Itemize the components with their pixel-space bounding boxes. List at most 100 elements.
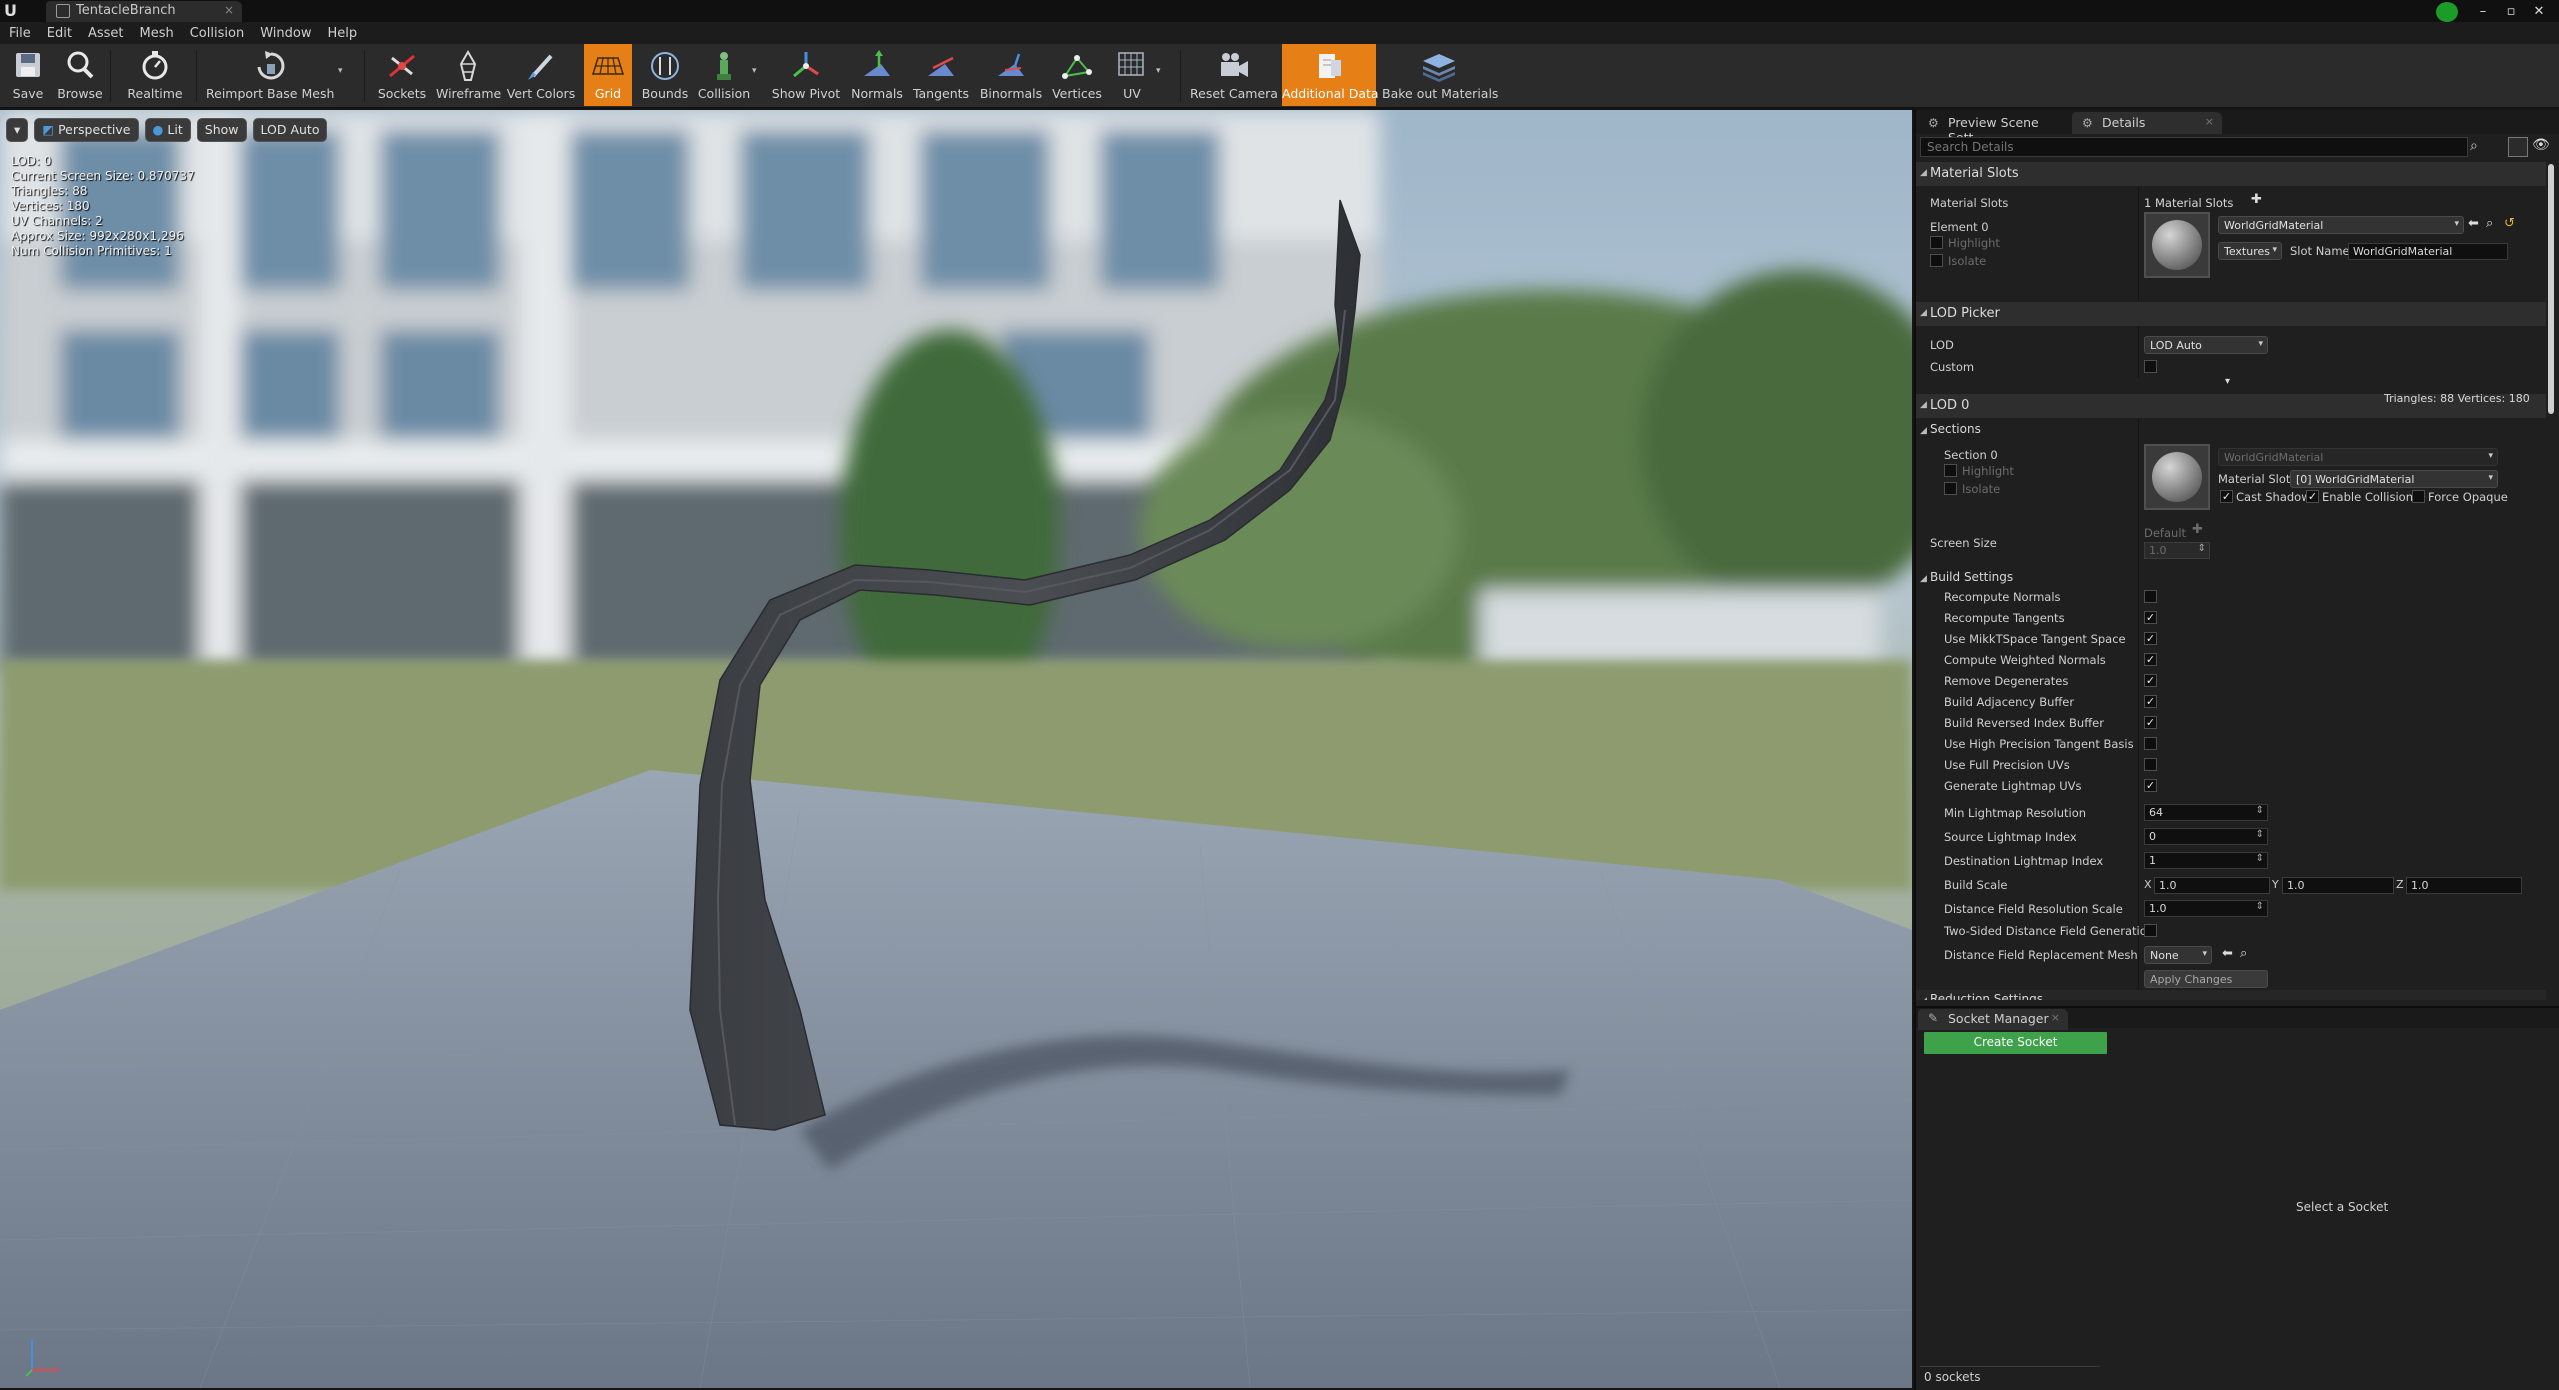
menu-window[interactable]: Window [260, 26, 321, 41]
close-tab-icon[interactable]: × [2205, 115, 2214, 128]
details-scrollbar[interactable] [2548, 164, 2554, 414]
lit-button[interactable]: ● Lit [144, 118, 191, 142]
material-dropdown[interactable]: WorldGridMaterial ▾ [2218, 216, 2464, 234]
tab-preview-scene-settings[interactable]: ⚙ Preview Scene Sett [1918, 112, 2068, 145]
document-tab[interactable]: TentacleBranch × [46, 1, 242, 22]
menu-help[interactable]: Help [327, 26, 367, 41]
screen-size-input[interactable]: 1.0 ⇕ [2144, 542, 2210, 559]
add-platform-override-icon[interactable]: ✚ [2192, 522, 2203, 537]
destination-lightmap-index-input[interactable]: 1 ⇕ [2144, 852, 2268, 869]
show-button[interactable]: Show [196, 118, 247, 142]
textures-dropdown[interactable]: Textures ▾ [2218, 242, 2282, 260]
subcategory-sections[interactable]: ◢ Sections [1916, 420, 2546, 440]
source-control-icon[interactable] [2434, 0, 2460, 24]
highlight-checkbox[interactable] [1930, 236, 1943, 249]
save-button[interactable]: Save [4, 44, 52, 106]
build-scale-x-input[interactable]: 1.0 [2154, 877, 2270, 894]
recompute-tangents-checkbox[interactable]: ✓ [2144, 611, 2157, 624]
slot-name-input[interactable]: WorldGridMaterial [2348, 243, 2508, 260]
subcategory-build-settings[interactable]: ◢ Build Settings [1916, 568, 2546, 588]
section-material-dropdown[interactable]: WorldGridMaterial ▾ [2218, 448, 2498, 466]
menu-mesh[interactable]: Mesh [140, 26, 184, 41]
custom-lod-checkbox[interactable] [2144, 360, 2157, 373]
use-mikktspace-tangent-space-checkbox[interactable]: ✓ [2144, 632, 2157, 645]
category-lod-picker[interactable]: ◢ LOD Picker [1916, 302, 2546, 326]
use-selected-arrow-icon[interactable]: ⬅ [2468, 216, 2479, 231]
enable-collision-checkbox[interactable]: ✓ [2306, 490, 2319, 503]
lod-auto-button[interactable]: LOD Auto [252, 118, 328, 142]
source-lightmap-index-input[interactable]: 0 ⇕ [2144, 828, 2268, 845]
additional-data-button[interactable]: Additional Data [1282, 44, 1379, 106]
show-pivot-button[interactable]: Show Pivot [770, 44, 842, 106]
distance-field-resolution-input[interactable]: 1.0 ⇕ [2144, 900, 2268, 917]
grid-button[interactable]: Grid [584, 44, 632, 106]
reimport-dropdown-icon[interactable]: ▾ [338, 66, 343, 76]
close-window-button[interactable]: ✕ [2527, 4, 2551, 19]
expand-advanced-icon[interactable]: ▾ [2225, 376, 2230, 387]
use-high-precision-tangent-basis-checkbox[interactable] [2144, 737, 2157, 750]
viewport[interactable]: ▾ ◩ Perspective ● Lit Show LOD Auto LOD: 0… [0, 110, 1912, 1388]
build-scale-y-input[interactable]: 1.0 [2282, 877, 2394, 894]
wireframe-button[interactable]: Wireframe [436, 44, 501, 106]
compute-weighted-normals-checkbox[interactable]: ✓ [2144, 653, 2157, 666]
search-input[interactable] [1920, 137, 2468, 157]
browse-asset-icon[interactable]: ⌕ [2486, 216, 2493, 231]
material-slot-dropdown[interactable]: [0] WorldGridMaterial ▾ [2290, 470, 2498, 488]
menu-asset[interactable]: Asset [88, 26, 134, 41]
uv-button[interactable]: UV [1110, 44, 1154, 106]
collision-button[interactable]: Collision [696, 44, 752, 106]
collision-dropdown-icon[interactable]: ▾ [752, 66, 757, 76]
force-opaque-checkbox[interactable] [2412, 490, 2425, 503]
viewport-scene[interactable] [0, 110, 1912, 1388]
create-socket-button[interactable]: Create Socket [1924, 1032, 2107, 1054]
tangents-button[interactable]: Tangents [910, 44, 972, 106]
remove-degenerates-checkbox[interactable]: ✓ [2144, 674, 2157, 687]
vertices-button[interactable]: Vertices [1050, 44, 1104, 106]
section-isolate-checkbox[interactable] [1944, 482, 1957, 495]
category-material-slots[interactable]: ◢ Material Slots [1916, 162, 2546, 186]
viewport-options-button[interactable]: ▾ [6, 118, 29, 142]
browse-asset-icon[interactable]: ⌕ [2240, 946, 2247, 961]
distance-field-replacement-dropdown[interactable]: None ▾ [2144, 946, 2212, 964]
reset-camera-button[interactable]: Reset Camera [1190, 44, 1278, 106]
isolate-checkbox[interactable] [1930, 254, 1943, 267]
minimize-button[interactable]: – [2471, 4, 2495, 19]
normals-button[interactable]: Normals [850, 44, 904, 106]
recompute-normals-checkbox[interactable] [2144, 590, 2157, 603]
menu-file[interactable]: File [9, 26, 41, 41]
search-icon[interactable]: ⌕ [2470, 138, 2478, 154]
add-material-slot-icon[interactable]: ✚ [2251, 192, 2262, 207]
maximize-button[interactable]: ▫ [2499, 4, 2523, 19]
bake-out-materials-button[interactable]: Bake out Materials [1382, 44, 1498, 106]
two-sided-distance-field-checkbox[interactable] [2144, 924, 2157, 937]
material-thumbnail[interactable] [2144, 212, 2210, 278]
view-options-icon[interactable]: 👁 [2532, 137, 2550, 153]
uv-dropdown-icon[interactable]: ▾ [1156, 66, 1161, 76]
reset-to-default-icon[interactable]: ↺ [2504, 216, 2515, 231]
build-scale-z-input[interactable]: 1.0 [2406, 877, 2522, 894]
realtime-button[interactable]: Realtime [124, 44, 186, 106]
close-tab-icon[interactable]: × [224, 3, 234, 17]
use-selected-arrow-icon[interactable]: ⬅ [2222, 946, 2233, 961]
tab-socket-manager[interactable]: ✎ Socket Manager × [1918, 1009, 2068, 1030]
generate-lightmap-uvs-checkbox[interactable]: ✓ [2144, 779, 2157, 792]
section-material-thumbnail[interactable] [2144, 444, 2210, 510]
menu-edit[interactable]: Edit [47, 26, 82, 41]
property-matrix-icon[interactable] [2508, 137, 2528, 157]
sockets-button[interactable]: Sockets [376, 44, 428, 106]
subcategory-reduction-settings[interactable]: ◢ Reduction Settings [1916, 990, 2546, 1000]
perspective-button[interactable]: ◩ Perspective [34, 118, 139, 142]
menu-collision[interactable]: Collision [190, 26, 254, 41]
tab-details[interactable]: ⚙ Details × [2072, 112, 2222, 134]
vert-colors-button[interactable]: Vert Colors [506, 44, 576, 106]
build-reversed-index-buffer-checkbox[interactable]: ✓ [2144, 716, 2157, 729]
browse-button[interactable]: Browse [55, 44, 105, 106]
reimport-base-mesh-button[interactable]: Reimport Base Mesh [206, 44, 334, 106]
lod-dropdown[interactable]: LOD Auto ▾ [2144, 336, 2268, 354]
apply-changes-button[interactable]: Apply Changes [2144, 970, 2268, 988]
cast-shadow-checkbox[interactable]: ✓ [2220, 490, 2233, 503]
section-highlight-checkbox[interactable] [1944, 464, 1957, 477]
build-adjacency-buffer-checkbox[interactable]: ✓ [2144, 695, 2157, 708]
min-lightmap-resolution-input[interactable]: 64 ⇕ [2144, 804, 2268, 821]
binormals-button[interactable]: Binormals [978, 44, 1044, 106]
